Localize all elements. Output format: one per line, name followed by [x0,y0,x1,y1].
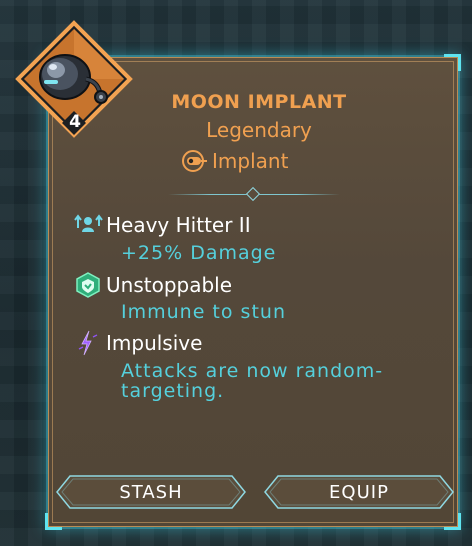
implant-type-icon [182,150,207,172]
equip-button[interactable]: EQUIP [264,475,454,509]
corner-accent [444,54,461,71]
corner-accent [45,513,62,530]
trait-name: Impulsive [106,331,203,355]
stash-button[interactable]: STASH [56,475,246,509]
trait-name: Heavy Hitter II [106,213,251,237]
item-rarity: Legendary [206,118,312,142]
equip-button-label: EQUIP [329,481,389,503]
trait-description: Immune to stun [121,301,286,323]
corner-accent [444,513,461,530]
item-name: MOON IMPLANT [171,91,347,113]
trait-heavy-hitter: Heavy Hitter II [72,212,251,238]
shield-icon [72,272,104,298]
trait-description: Attacks are now random-targeting. [121,360,384,402]
item-level: 4 [69,112,81,132]
stash-button-label: STASH [119,481,183,503]
divider [168,186,340,202]
trait-name: Unstoppable [106,273,233,297]
item-type: Implant [182,149,288,173]
trait-impulsive: Impulsive [72,330,202,356]
trait-unstoppable: Unstoppable [72,272,232,298]
trait-description: +25% Damage [121,242,277,264]
impulsive-icon [72,330,104,356]
heavy-hitter-icon [72,212,104,238]
item-type-label: Implant [212,149,289,173]
item-badge: 4 [14,19,134,139]
